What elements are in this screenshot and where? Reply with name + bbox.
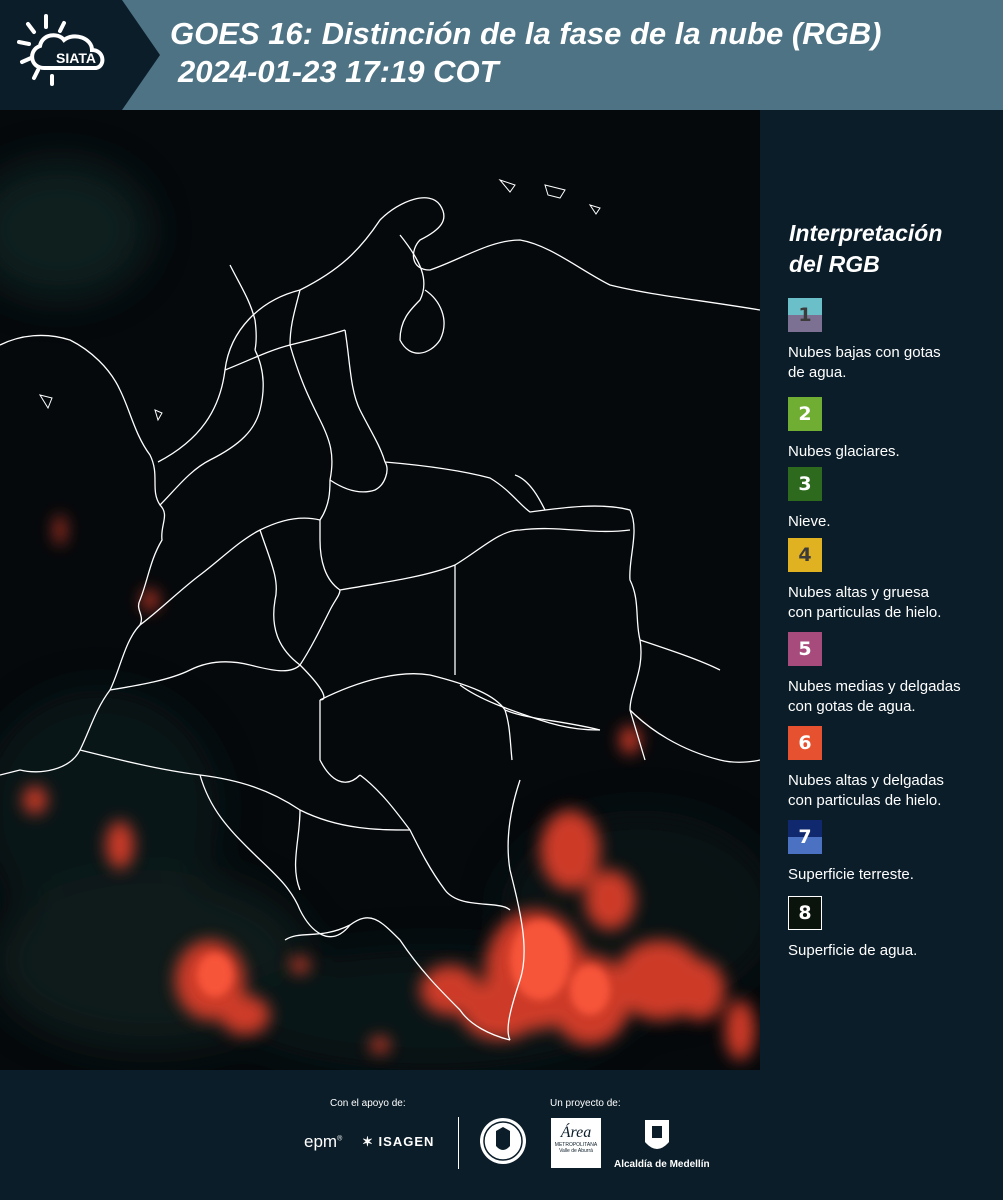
legend-swatch-number: 3 (798, 473, 812, 495)
legend-label-line2: con particulas de hielo. (788, 604, 942, 621)
legend-swatch-number: 1 (798, 304, 812, 326)
legend-title-line1: Interpretación (789, 220, 943, 246)
legend-swatch-5: 5 (788, 632, 822, 666)
header-bar: SIATA GOES 16: Distinción de la fase de … (0, 0, 1003, 110)
legend-label-line1: Nubes bajas con gotas (788, 344, 941, 361)
legend-label-line2: de agua. (788, 364, 847, 381)
siata-logo-block: SIATA (0, 0, 160, 110)
legend-panel: Interpretación del RGB 1 Nubes bajas con … (760, 110, 1003, 1070)
legend-label-line1: Nieve. (788, 513, 831, 530)
legend-swatch-8: 8 (788, 896, 822, 930)
isagen-star-icon: ✶ (362, 1134, 374, 1149)
legend-label-line2: con particulas de hielo. (788, 792, 942, 809)
legend-label-3: Nieve. (788, 512, 1003, 532)
area-logo-title: Área (560, 1124, 592, 1141)
siata-logo-text: SIATA (56, 50, 96, 66)
isagen-logo: ✶ ISAGEN (362, 1134, 434, 1150)
legend-swatch-1: 1 (788, 298, 822, 332)
area-logo-sub2: Valle de Aburrá (559, 1148, 593, 1154)
legend-label-line1: Nubes medias y delgadas (788, 678, 961, 695)
medellin-coat-of-arms-icon (645, 1120, 669, 1149)
legend-label-2: Nubes glaciares. (788, 442, 1003, 462)
project-label: Un proyecto de: (550, 1098, 621, 1109)
isagen-logo-text: ISAGEN (378, 1134, 435, 1149)
satellite-map (0, 110, 760, 1070)
legend-swatch-number: 7 (798, 826, 812, 848)
legend-label-5: Nubes medias y delgadas con gotas de agua… (788, 677, 1003, 717)
legend-swatch-7: 7 (788, 820, 822, 854)
university-seal-icon (480, 1118, 526, 1164)
page-timestamp: 2024-01-23 17:19 COT (178, 54, 499, 89)
legend-swatch-2: 2 (788, 397, 822, 431)
legend-swatch-number: 2 (798, 403, 812, 425)
legend-label-line1: Superficie terreste. (788, 866, 914, 883)
legend-label-line1: Nubes altas y delgadas (788, 772, 944, 789)
legend-swatch-4: 4 (788, 538, 822, 572)
legend-label-line2: con gotas de agua. (788, 698, 916, 715)
page-title: GOES 16: Distinción de la fase de la nub… (170, 16, 882, 51)
legend-swatch-number: 4 (798, 544, 812, 566)
support-label: Con el apoyo de: (330, 1098, 406, 1109)
legend-swatch-number: 5 (798, 638, 812, 660)
area-metropolitana-logo: Área METROPOLITANA Valle de Aburrá (551, 1118, 601, 1168)
legend-label-line1: Superficie de agua. (788, 942, 918, 959)
legend-title: Interpretación del RGB (789, 218, 942, 280)
legend-swatch-number: 8 (798, 902, 812, 924)
legend-label-line1: Nubes glaciares. (788, 443, 900, 460)
legend-swatch-3: 3 (788, 467, 822, 501)
legend-swatch-6: 6 (788, 726, 822, 760)
legend-swatch-number: 6 (798, 732, 812, 754)
epm-logo: epm® (304, 1132, 343, 1151)
legend-label-8: Superficie de agua. (788, 941, 1003, 961)
legend-label-7: Superficie terreste. (788, 865, 1003, 885)
legend-label-line1: Nubes altas y gruesa (788, 584, 929, 601)
legend-label-1: Nubes bajas con gotas de agua. (788, 343, 1003, 383)
epm-logo-text: epm (304, 1132, 338, 1151)
legend-label-6: Nubes altas y delgadas con particulas de … (788, 771, 1003, 811)
footer-divider (458, 1117, 459, 1169)
legend-title-line2: del RGB (789, 251, 880, 277)
legend-label-4: Nubes altas y gruesa con particulas de hi… (788, 583, 1003, 623)
medellin-logo-text: Alcaldía de Medellín (614, 1159, 710, 1170)
footer-bar: Con el apoyo de: Un proyecto de: epm® ✶ … (0, 1070, 1003, 1200)
